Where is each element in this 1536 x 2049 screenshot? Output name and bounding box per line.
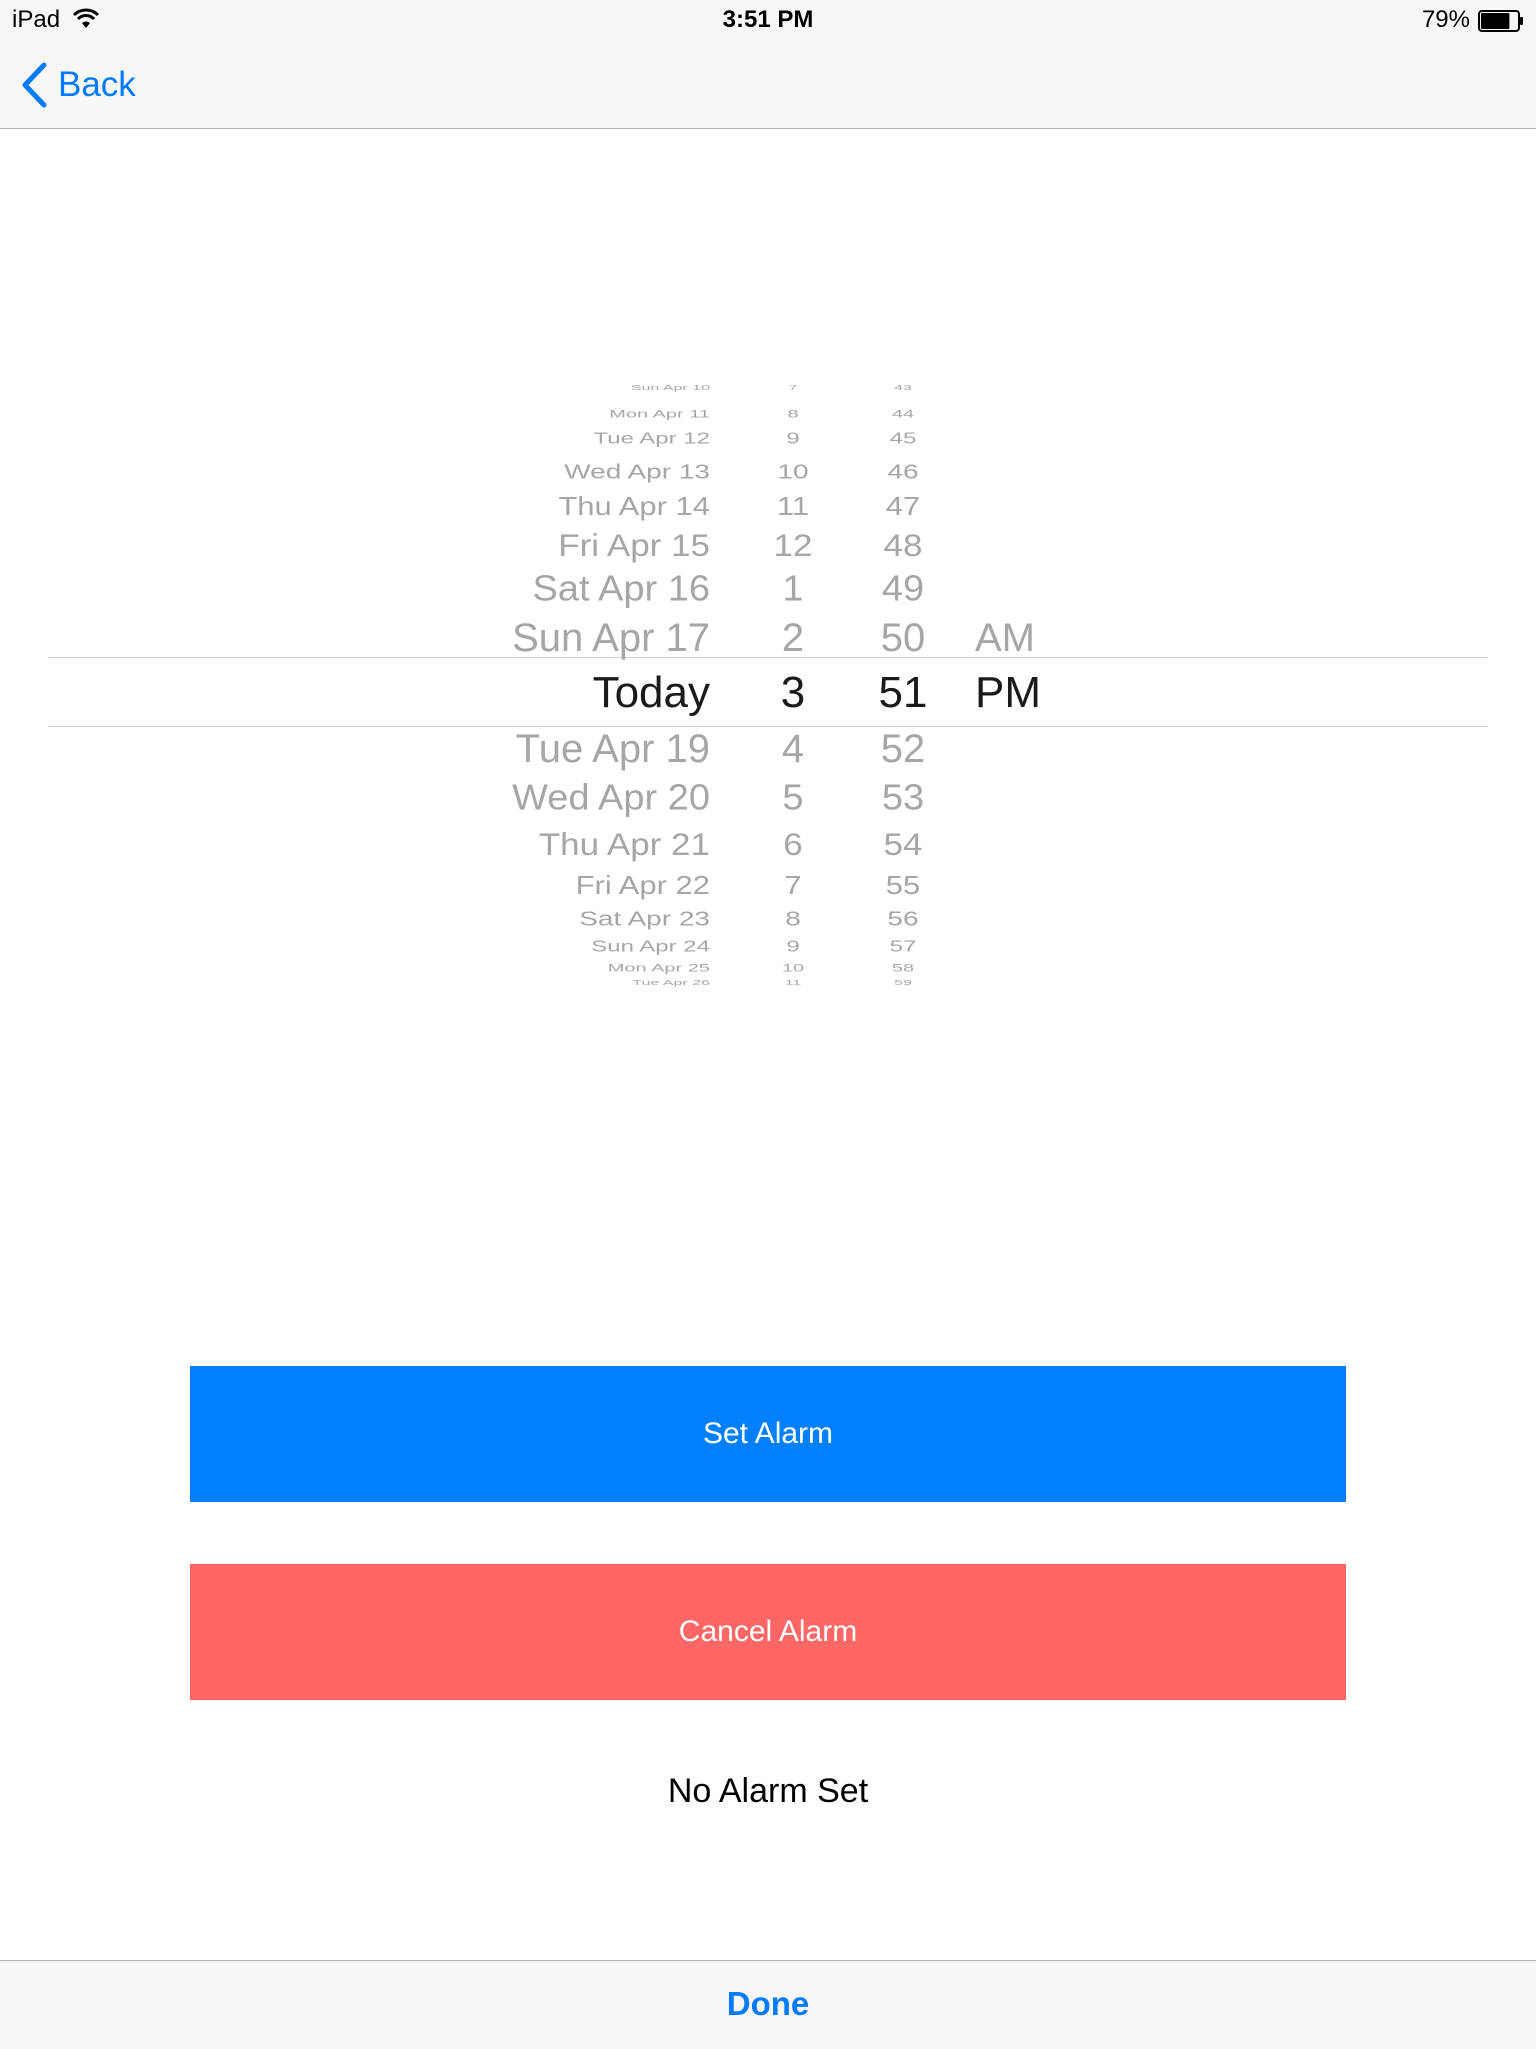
hour-option[interactable]: 9 (750, 939, 836, 955)
date-option[interactable]: Tue Apr 26 (632, 979, 710, 986)
hour-option[interactable]: 10 (750, 963, 836, 974)
navigation-bar: Back (0, 40, 1536, 129)
date-time-picker[interactable]: Sun Apr 10 Mon Apr 11 Tue Apr 12 Wed Apr 13… (0, 310, 1536, 1066)
hour-option[interactable]: 11 (750, 493, 836, 519)
cancel-alarm-button[interactable]: Cancel Alarm (190, 1564, 1346, 1700)
minute-option[interactable]: 46 (860, 461, 946, 483)
hour-option[interactable]: 6 (750, 828, 836, 860)
date-option[interactable]: Wed Apr 20 (512, 780, 710, 816)
minute-option[interactable]: 49 (860, 571, 946, 607)
ampm-option[interactable]: AM (975, 618, 1055, 658)
date-option[interactable]: Sat Apr 23 (579, 908, 710, 930)
hour-option[interactable]: 1 (750, 571, 836, 607)
bottom-toolbar: Done (0, 1960, 1536, 2049)
minute-option[interactable]: 44 (860, 409, 946, 420)
battery-icon (1478, 10, 1523, 32)
minute-option[interactable]: 59 (860, 979, 946, 986)
minute-option[interactable]: 51 (860, 671, 946, 715)
ampm-option[interactable]: PM (975, 671, 1055, 715)
hour-option[interactable]: 9 (750, 431, 836, 447)
battery-percentage: 79% (1421, 6, 1470, 33)
date-option[interactable]: Fri Apr 22 (576, 872, 710, 898)
hour-option[interactable]: 7 (750, 872, 836, 898)
minute-option[interactable]: 45 (860, 431, 946, 447)
date-option[interactable]: Sun Apr 24 (591, 939, 710, 955)
cancel-alarm-label: Cancel Alarm (678, 1615, 858, 1648)
date-option[interactable]: Thu Apr 14 (558, 493, 710, 519)
minute-option[interactable]: 54 (860, 828, 946, 860)
date-option[interactable]: Fri Apr 15 (558, 529, 710, 561)
hour-option[interactable]: 5 (750, 780, 836, 816)
chevron-left-icon (22, 62, 47, 108)
hour-option[interactable]: 8 (750, 409, 836, 420)
hour-option[interactable]: 10 (750, 461, 836, 483)
hour-wheel[interactable]: 7 8 9 10 11 12 1 2 3 4 5 6 7 8 9 10 11 (750, 310, 836, 1066)
minute-wheel[interactable]: 43 44 45 46 47 48 49 50 51 52 53 54 55 56 57 58 59 (860, 310, 946, 1066)
date-option[interactable]: Today (593, 671, 710, 715)
date-option[interactable]: Wed Apr 13 (564, 461, 710, 483)
minute-option[interactable]: 47 (860, 493, 946, 519)
minute-option[interactable]: 57 (860, 939, 946, 955)
hour-option[interactable]: 8 (750, 908, 836, 930)
hour-option[interactable]: 7 (750, 384, 836, 391)
ampm-wheel[interactable]: AM PM (975, 310, 1055, 1066)
status-bar: iPad 3:51 PM 79% (0, 0, 1536, 40)
set-alarm-label: Set Alarm (702, 1417, 834, 1450)
date-option[interactable]: Sun Apr 10 (631, 384, 710, 391)
set-alarm-button[interactable]: Set Alarm (190, 1366, 1346, 1502)
date-option[interactable]: Thu Apr 21 (539, 828, 710, 860)
minute-option[interactable]: 58 (860, 963, 946, 974)
alarm-status-text: No Alarm Set (667, 1772, 869, 1810)
date-option[interactable]: Sat Apr 16 (533, 571, 710, 607)
done-button[interactable]: Done (0, 1985, 1536, 2023)
date-wheel[interactable]: Sun Apr 10 Mon Apr 11 Tue Apr 12 Wed Apr 13… (300, 310, 710, 1066)
hour-option[interactable]: 11 (750, 979, 836, 986)
date-option[interactable]: Tue Apr 12 (593, 431, 710, 447)
minute-option[interactable]: 43 (860, 384, 946, 391)
clock-time: 3:51 PM (722, 6, 814, 33)
minute-option[interactable]: 56 (860, 908, 946, 930)
hour-option[interactable]: 3 (750, 671, 836, 715)
hour-option[interactable]: 4 (750, 729, 836, 769)
hour-option[interactable]: 2 (750, 618, 836, 658)
minute-option[interactable]: 55 (860, 872, 946, 898)
hour-option[interactable]: 12 (750, 529, 836, 561)
date-option[interactable]: Mon Apr 25 (608, 963, 710, 974)
minute-option[interactable]: 53 (860, 780, 946, 816)
date-option[interactable]: Tue Apr 19 (516, 729, 710, 769)
minute-option[interactable]: 48 (860, 529, 946, 561)
minute-option[interactable]: 52 (860, 729, 946, 769)
date-option[interactable]: Sun Apr 17 (512, 618, 710, 658)
back-label: Back (58, 65, 136, 104)
date-option[interactable]: Mon Apr 11 (609, 409, 710, 420)
back-button[interactable]: Back (20, 60, 136, 110)
minute-option[interactable]: 50 (860, 618, 946, 658)
